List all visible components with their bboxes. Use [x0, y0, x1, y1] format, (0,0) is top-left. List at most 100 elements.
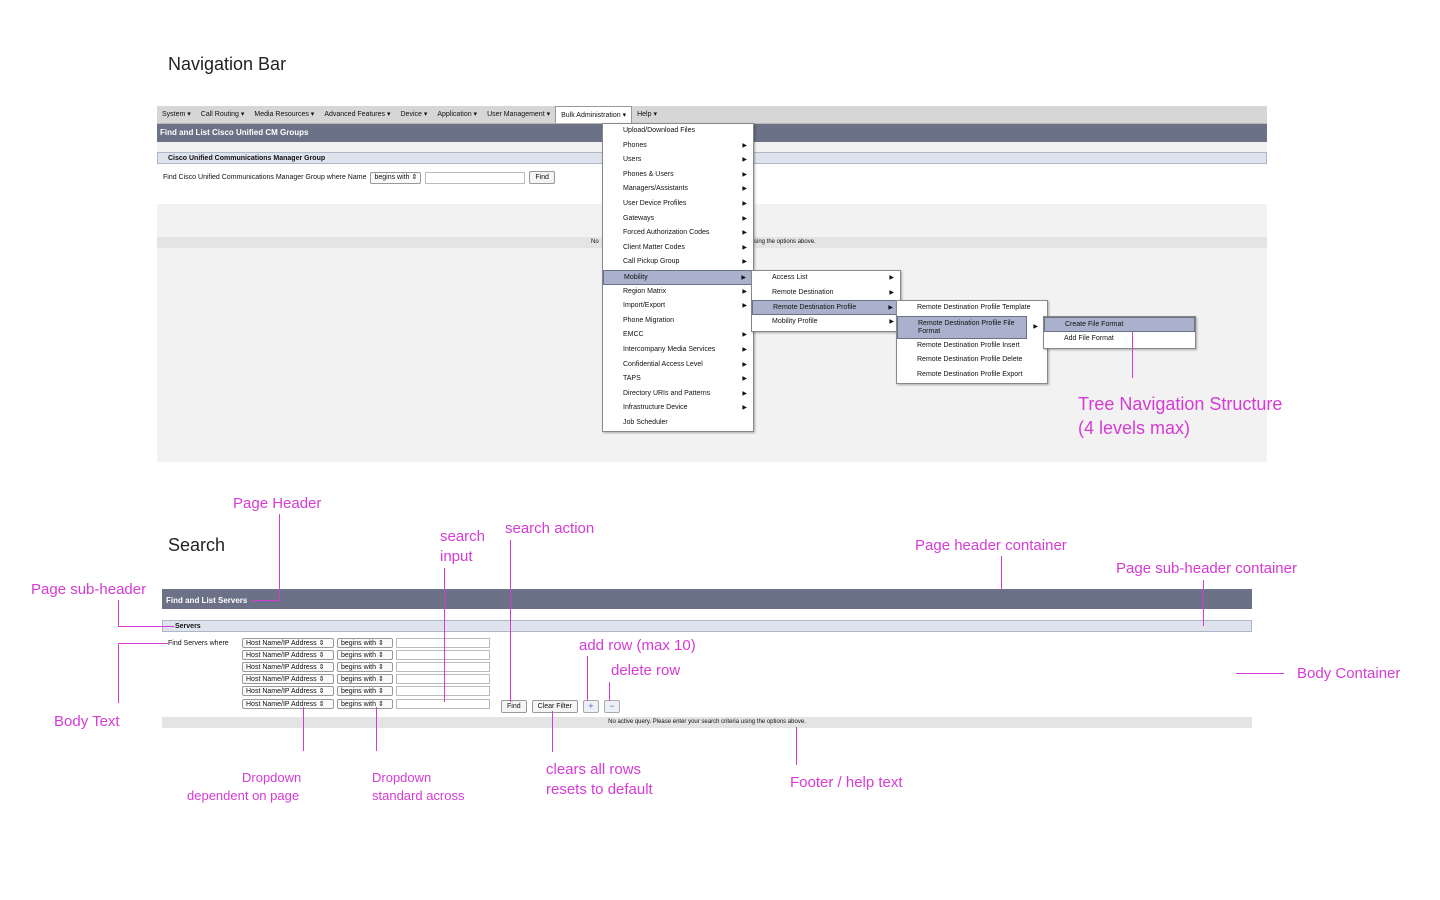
annotation-line — [1203, 580, 1204, 626]
menu-item[interactable]: Managers/Assistants ▶ — [603, 182, 753, 197]
menu-bar: System ▾ Call Routing ▾ Media Resources … — [157, 106, 1267, 124]
filter-row: Host Name/IP Address ⇕ begins with ⇕ — [242, 662, 490, 672]
annotation-dropdown-dependent-2: dependent on page — [187, 788, 300, 803]
tree-annotation-line — [1132, 332, 1133, 378]
menu-item[interactable]: Phones ▶ — [603, 139, 753, 154]
filter-row: Host Name/IP Address ⇕ begins with ⇕ — [242, 686, 490, 696]
add-row-button[interactable]: + — [582, 700, 599, 713]
menu-item[interactable]: Import/Export ▶ — [603, 299, 753, 314]
annotation-line — [1001, 556, 1002, 590]
menu-item-create-file-format[interactable]: Create File Format — [1044, 317, 1195, 332]
menu-level-2: Access List ▶ Remote Destination ▶ Remote … — [751, 270, 901, 332]
operator-select[interactable]: begins with ⇕ — [337, 638, 393, 648]
search-input[interactable] — [396, 699, 490, 709]
menu-item[interactable]: Gateways ▶ — [603, 212, 753, 227]
menu-item[interactable]: Confidential Access Level ▶ — [603, 358, 753, 373]
menu-item[interactable]: EMCC ▶ — [603, 328, 753, 343]
menu-item[interactable]: Mobility Profile ▶ — [752, 315, 900, 330]
field-select[interactable]: Host Name/IP Address ⇕ — [242, 699, 334, 709]
annotation-dropdown-standard-2: standard across — [372, 788, 465, 803]
search-actions: Find Clear Filter + − — [501, 700, 620, 713]
annotation-line — [552, 711, 553, 752]
annotation-body-container: Body Container — [1297, 665, 1401, 682]
menu-item[interactable]: TAPS ▶ — [603, 372, 753, 387]
annotation-search-action: search action — [505, 520, 595, 537]
operator-select[interactable]: begins with ⇕ — [337, 674, 393, 684]
menu-bulk-administration[interactable]: Bulk Administration ▾ — [555, 106, 633, 123]
menu-help[interactable]: Help ▾ — [632, 106, 662, 123]
menu-device[interactable]: Device ▾ — [396, 106, 433, 123]
operator-select[interactable]: begins with ⇕ — [337, 650, 393, 660]
field-select[interactable]: Host Name/IP Address ⇕ — [242, 686, 334, 696]
annotation-line — [376, 707, 377, 751]
menu-item[interactable]: Access List ▶ — [752, 271, 900, 286]
operator-select[interactable]: begins with ⇕ — [337, 686, 393, 696]
find-row: Find Cisco Unified Communications Manage… — [163, 171, 555, 184]
search-input[interactable] — [396, 650, 490, 660]
search-input[interactable] — [396, 638, 490, 648]
footer-help-text: No active query. Please enter your searc… — [162, 717, 1252, 728]
clear-filter-button[interactable]: Clear Filter — [531, 700, 578, 713]
annotation-page-subheader-container: Page sub-header container — [1116, 560, 1297, 577]
annotation-dropdown-standard-1: Dropdown — [372, 770, 432, 785]
search-input[interactable] — [396, 674, 490, 684]
menu-item-mobility[interactable]: Mobility ▶ — [603, 269, 753, 285]
field-select[interactable]: Host Name/IP Address ⇕ — [242, 662, 334, 672]
menu-item[interactable]: Client Matter Codes ▶ — [603, 241, 753, 256]
annotation-clears-2: resets to default — [546, 781, 653, 798]
nav-section-title: Navigation Bar — [168, 54, 287, 74]
search-input[interactable] — [425, 171, 526, 184]
menu-item[interactable]: Remote Destination Profile Insert — [897, 339, 1047, 354]
menu-item-file-format[interactable]: Remote Destination Profile File Format ▶ — [897, 315, 1038, 339]
menu-item[interactable]: Remote Destination Profile Template — [897, 301, 1047, 316]
menu-item[interactable]: Infrastructure Device ▶ — [603, 401, 753, 416]
menu-application[interactable]: Application ▾ — [432, 106, 482, 123]
operator-select[interactable]: begins with ⇕ — [337, 699, 393, 709]
delete-row-button[interactable]: − — [603, 700, 620, 713]
menu-call-routing[interactable]: Call Routing ▾ — [196, 106, 250, 123]
filter-row: Host Name/IP Address ⇕ begins with ⇕ — [242, 650, 490, 660]
menu-item[interactable]: User Device Profiles ▶ — [603, 197, 753, 212]
annotation-delete-row: delete row — [611, 662, 681, 679]
menu-advanced-features[interactable]: Advanced Features ▾ — [319, 106, 395, 123]
menu-item[interactable]: Call Pickup Group ▶ — [603, 255, 753, 270]
tree-annotation-line1: Tree Navigation Structure — [1078, 394, 1283, 414]
field-select[interactable]: Host Name/IP Address ⇕ — [242, 674, 334, 684]
annotation-line — [1236, 673, 1284, 674]
menu-item[interactable]: Remote Destination Profile Export — [897, 368, 1047, 383]
match-select[interactable]: begins with ⇕ — [370, 171, 422, 184]
filter-row: Host Name/IP Address ⇕ begins with ⇕ — [242, 699, 490, 709]
search-input[interactable] — [396, 686, 490, 696]
operator-select[interactable]: begins with ⇕ — [337, 662, 393, 672]
search-input[interactable] — [396, 662, 490, 672]
menu-item[interactable]: Upload/Download Files — [603, 124, 753, 139]
menu-item-add-file-format[interactable]: Add File Format — [1044, 332, 1195, 347]
menu-item-remote-destination-profile[interactable]: Remote Destination Profile ▶ — [752, 300, 900, 315]
annotation-line — [303, 707, 304, 751]
field-select[interactable]: Host Name/IP Address ⇕ — [242, 638, 334, 648]
menu-item[interactable]: Region Matrix ▶ — [603, 285, 753, 300]
menu-item[interactable]: Forced Authorization Codes ▶ — [603, 226, 753, 241]
annotation-line — [510, 540, 511, 702]
annotation-search-input-1: search — [440, 528, 486, 545]
find-button[interactable]: Find — [529, 171, 555, 184]
menu-user-management[interactable]: User Management ▾ — [482, 106, 555, 123]
menu-item[interactable]: Remote Destination ▶ — [752, 286, 900, 301]
menu-level-4: Create File Format Add File Format — [1043, 316, 1196, 349]
menu-media-resources[interactable]: Media Resources ▾ — [249, 106, 319, 123]
field-select[interactable]: Host Name/IP Address ⇕ — [242, 650, 334, 660]
annotation-line — [118, 600, 119, 626]
annotation-line — [587, 656, 588, 701]
annotation-page-header-container: Page header container — [915, 537, 1067, 554]
menu-system[interactable]: System ▾ — [157, 106, 196, 123]
annotation-line — [252, 600, 280, 601]
menu-item[interactable]: Remote Destination Profile Delete — [897, 353, 1047, 368]
menu-item[interactable]: Directory URIs and Patterns ▶ — [603, 387, 753, 402]
menu-item[interactable]: Intercompany Media Services ▶ — [603, 343, 753, 358]
menu-item[interactable]: Job Scheduler — [603, 416, 753, 431]
menu-item[interactable]: Phones & Users ▶ — [603, 168, 753, 183]
menu-item[interactable]: Phone Migration — [603, 314, 753, 329]
menu-item[interactable]: Users ▶ — [603, 153, 753, 168]
find-button[interactable]: Find — [501, 700, 527, 713]
annotation-dropdown-dependent-1: Dropdown — [242, 770, 302, 785]
